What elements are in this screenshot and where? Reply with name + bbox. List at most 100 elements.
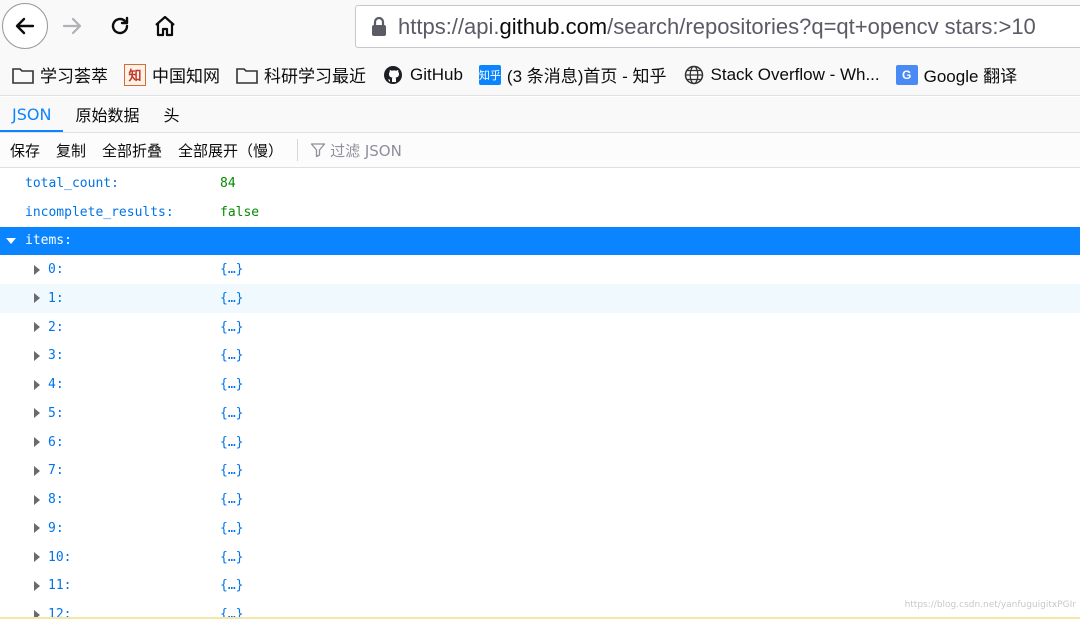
collapsed-triangle-icon[interactable] — [32, 322, 42, 333]
json-key: 8: — [48, 492, 64, 508]
expanded-triangle-icon[interactable] — [6, 236, 16, 246]
collapsed-triangle-icon[interactable] — [32, 609, 42, 617]
json-row-items[interactable]: items: — [0, 226, 1080, 256]
json-row-total-count[interactable]: total_count: 84 — [0, 169, 1080, 198]
bookmark-label: 中国知网 — [152, 67, 220, 86]
json-value: {…} — [220, 607, 244, 617]
arrow-right-icon — [62, 17, 82, 35]
json-toolbar: 保存 复制 全部折叠 全部展开（慢） 过滤 JSON — [0, 133, 1080, 168]
back-button[interactable] — [2, 3, 48, 49]
collapsed-triangle-icon[interactable] — [32, 264, 42, 275]
github-icon — [382, 65, 404, 85]
url-path: /search/repositories?q=qt+opencv stars:>… — [607, 13, 1036, 39]
zhihu-icon: 知乎 — [478, 64, 501, 85]
json-key: 1: — [48, 290, 64, 306]
filter-json-input[interactable]: 过滤 JSON — [310, 140, 402, 161]
bookmark-label: (3 条消息)首页 - 知乎 — [506, 67, 667, 86]
json-row-item[interactable]: 10: {…} — [0, 543, 1080, 572]
json-key: 6: — [48, 434, 64, 450]
json-row-item[interactable]: 9: {…} — [0, 514, 1080, 543]
collapsed-triangle-icon[interactable] — [32, 408, 42, 419]
tab-headers[interactable]: 头 — [151, 96, 191, 132]
collapsed-triangle-icon[interactable] — [32, 350, 42, 361]
folder-icon — [12, 65, 34, 85]
globe-icon — [683, 65, 705, 85]
bookmark-keyan[interactable]: 科研学习最近 — [236, 62, 366, 87]
collapsed-triangle-icon[interactable] — [32, 379, 42, 390]
expand-all-button[interactable]: 全部展开（慢） — [178, 140, 283, 161]
collapsed-triangle-icon[interactable] — [32, 494, 42, 505]
json-value: {…} — [220, 434, 244, 450]
folder-icon — [236, 65, 258, 85]
json-row-item[interactable]: 6: {…} — [0, 428, 1080, 457]
bookmark-stackoverflow[interactable]: Stack Overflow - Wh... — [683, 65, 880, 85]
json-viewer-tabs: JSON 原始数据 头 — [0, 97, 1080, 133]
json-key: total_count: — [25, 175, 119, 191]
collapsed-triangle-icon[interactable] — [32, 437, 42, 448]
json-key: 12: — [48, 607, 72, 617]
json-key: 11: — [48, 578, 72, 594]
home-button[interactable] — [149, 10, 181, 42]
zhihu-icon-text: 知乎 — [478, 64, 501, 85]
bookmark-cnki[interactable]: 知 中国知网 — [124, 62, 220, 87]
json-value: {…} — [220, 578, 244, 594]
collapsed-triangle-icon[interactable] — [32, 523, 42, 534]
bookmark-label: 学习荟萃 — [40, 67, 108, 86]
json-key: 7: — [48, 463, 64, 479]
url-bar[interactable]: https://api.github.com/search/repositori… — [355, 5, 1080, 48]
json-key: 3: — [48, 348, 64, 364]
filter-icon — [310, 143, 326, 158]
json-value: {…} — [220, 319, 244, 335]
bookmark-label: Google 翻译 — [923, 67, 1018, 86]
collapsed-triangle-icon[interactable] — [32, 552, 42, 563]
collapsed-triangle-icon[interactable] — [32, 293, 42, 304]
json-value: {…} — [220, 463, 244, 479]
home-icon — [155, 15, 175, 37]
json-key: 10: — [48, 549, 72, 565]
bookmark-github[interactable]: GitHub — [382, 65, 463, 85]
watermark: https://blog.csdn.net/yanfuguigitxPGIr — [904, 600, 1076, 610]
bookmark-xuexi[interactable]: 学习荟萃 — [12, 62, 108, 87]
json-value: {…} — [220, 377, 244, 393]
json-key: 9: — [48, 520, 64, 536]
json-row-item[interactable]: 5: {…} — [0, 399, 1080, 428]
bookmark-google-translate[interactable]: G Google 翻译 — [895, 62, 1018, 87]
bookmark-zhihu[interactable]: 知乎 (3 条消息)首页 - 知乎 — [478, 62, 667, 87]
json-key: 5: — [48, 405, 64, 421]
json-value: {…} — [220, 549, 244, 565]
copy-button[interactable]: 复制 — [56, 140, 86, 161]
bookmark-label: Stack Overflow - Wh... — [710, 64, 880, 84]
bookmarks-toolbar: 学习荟萃 知 中国知网 科研学习最近 GitHub 知乎 (3 条消息)首页 -… — [0, 54, 1080, 96]
navigation-bar: https://api.github.com/search/repositori… — [0, 0, 1080, 54]
json-row-item[interactable]: 7: {…} — [0, 457, 1080, 486]
json-row-item[interactable]: 11: {…} — [0, 572, 1080, 601]
tab-raw-data[interactable]: 原始数据 — [63, 96, 151, 132]
reload-button[interactable] — [104, 10, 136, 42]
toolbar-divider — [297, 139, 299, 161]
json-row-item[interactable]: 3: {…} — [0, 342, 1080, 371]
json-row-item[interactable]: 0: {…} — [0, 255, 1080, 284]
json-key: 4: — [48, 377, 64, 393]
url-prefix: https://api. — [398, 13, 500, 39]
forward-button[interactable] — [56, 10, 88, 42]
bookmark-label: GitHub — [410, 64, 463, 84]
bookmark-label: 科研学习最近 — [264, 67, 366, 86]
lock-icon — [368, 14, 390, 40]
filter-placeholder: 过滤 JSON — [330, 141, 402, 160]
collapse-all-button[interactable]: 全部折叠 — [102, 140, 162, 161]
save-button[interactable]: 保存 — [10, 140, 40, 161]
collapsed-triangle-icon[interactable] — [32, 465, 42, 476]
json-row-item[interactable]: 2: {…} — [0, 313, 1080, 342]
json-row-incomplete-results[interactable]: incomplete_results: false — [0, 198, 1080, 227]
json-row-item[interactable]: 1: {…} — [0, 284, 1080, 313]
json-value: {…} — [220, 492, 244, 508]
json-value: {…} — [220, 262, 244, 278]
google-icon-text: G — [895, 64, 918, 85]
json-row-item[interactable]: 8: {…} — [0, 485, 1080, 514]
tab-json[interactable]: JSON — [0, 96, 64, 132]
json-tree: total_count: 84 incomplete_results: fals… — [0, 169, 1080, 617]
json-value: {…} — [220, 290, 244, 306]
collapsed-triangle-icon[interactable] — [32, 580, 42, 591]
arrow-left-icon — [15, 17, 35, 35]
json-row-item[interactable]: 4: {…} — [0, 370, 1080, 399]
